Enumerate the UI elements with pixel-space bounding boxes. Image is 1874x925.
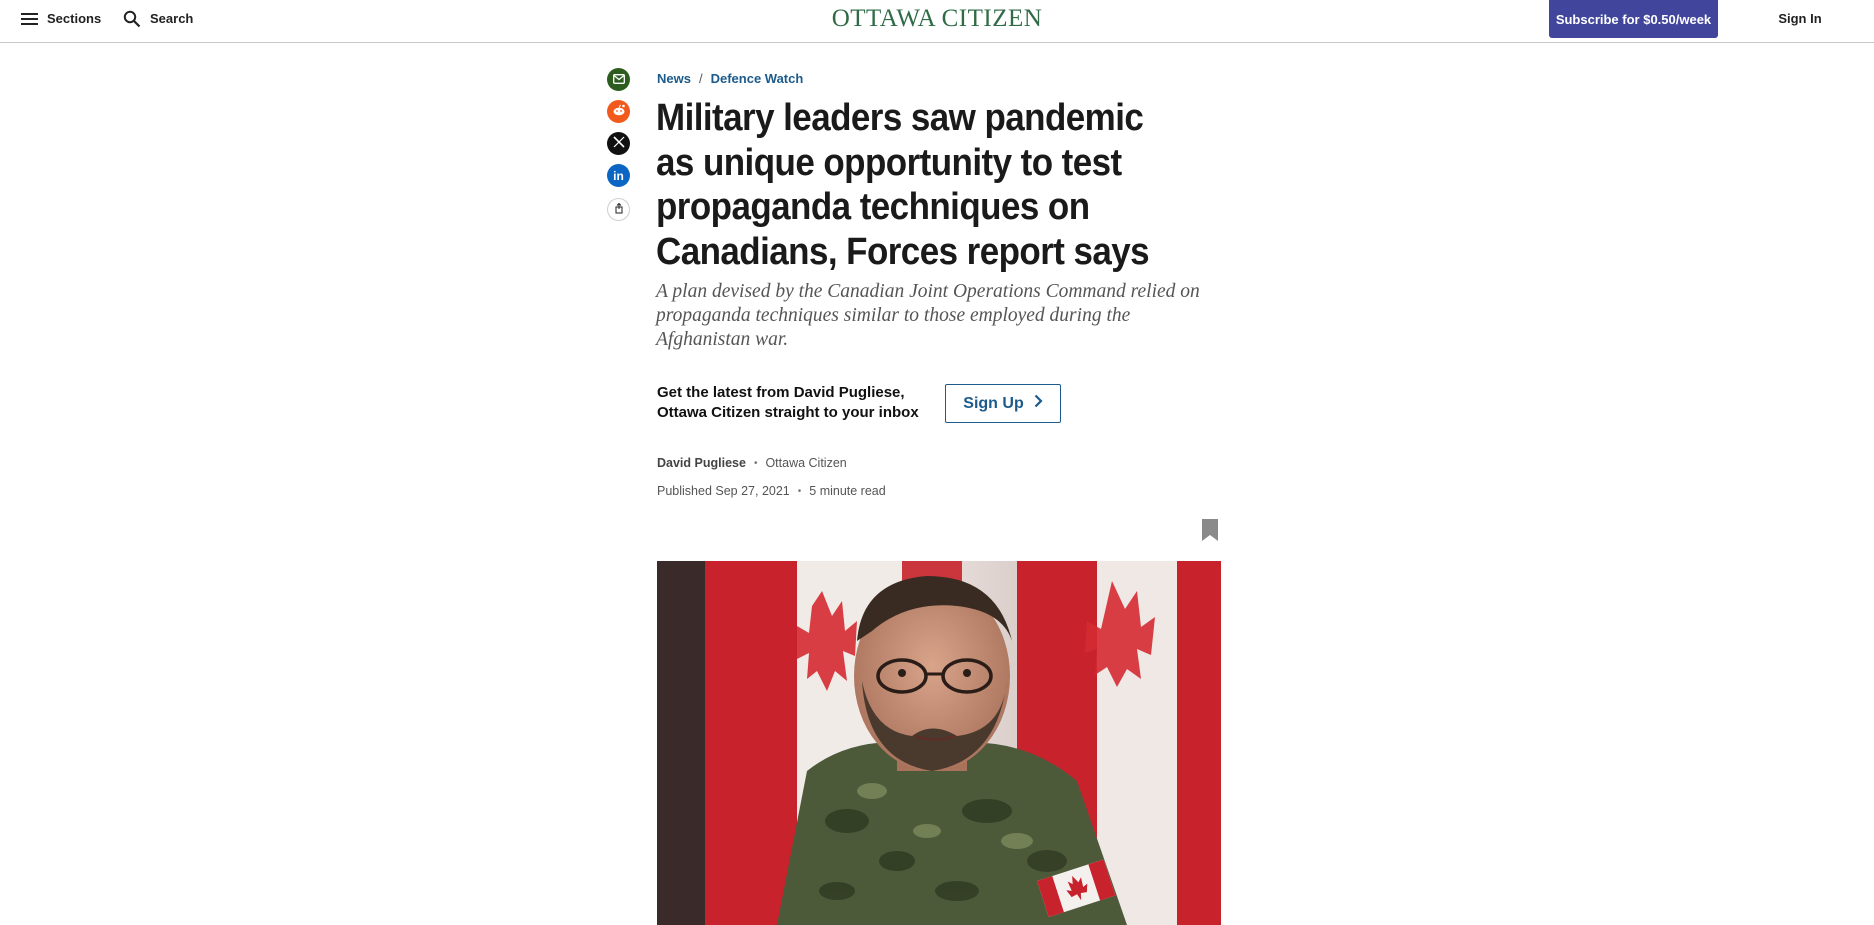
byline: David Pugliese • Ottawa Citizen bbox=[657, 456, 847, 470]
search-button[interactable]: Search bbox=[123, 0, 193, 37]
breadcrumb-defence-watch[interactable]: Defence Watch bbox=[711, 71, 804, 86]
read-time: 5 minute read bbox=[809, 484, 886, 498]
search-icon bbox=[123, 10, 141, 28]
publish-info: Published Sep 27, 2021 • 5 minute read bbox=[657, 484, 886, 498]
article-deck: A plan devised by the Canadian Joint Ope… bbox=[656, 281, 1200, 350]
linkedin-icon: in bbox=[613, 168, 624, 183]
breadcrumb-news[interactable]: News bbox=[657, 71, 691, 86]
reddit-icon bbox=[612, 103, 626, 121]
publish-date: Published Sep 27, 2021 bbox=[657, 484, 790, 498]
newsletter-promo-text: Get the latest from David Pugliese, Otta… bbox=[657, 384, 919, 421]
site-header: Sections Search OTTAWA CITIZEN Subscribe… bbox=[0, 0, 1874, 43]
author-name[interactable]: David Pugliese bbox=[657, 456, 746, 470]
x-icon bbox=[612, 135, 625, 153]
sections-button[interactable]: Sections bbox=[21, 0, 101, 37]
subscribe-button[interactable]: Subscribe for $0.50/week bbox=[1549, 0, 1718, 38]
share-more-button[interactable] bbox=[607, 198, 630, 221]
article-headline: Military leaders saw pandemic as unique … bbox=[656, 97, 1150, 273]
chevron-right-icon bbox=[1034, 394, 1043, 413]
site-logo[interactable]: OTTAWA CITIZEN bbox=[832, 5, 1043, 32]
share-linkedin-button[interactable]: in bbox=[607, 164, 630, 187]
share-email-button[interactable] bbox=[607, 68, 630, 91]
breadcrumb-separator: / bbox=[698, 71, 703, 86]
sections-label: Sections bbox=[47, 11, 102, 26]
share-reddit-button[interactable] bbox=[607, 100, 630, 123]
bookmark-button[interactable] bbox=[1201, 518, 1219, 542]
photo-illustration bbox=[657, 561, 1221, 925]
share-icon bbox=[614, 201, 624, 219]
signup-button[interactable]: Sign Up bbox=[945, 384, 1061, 423]
article-lead-photo[interactable] bbox=[657, 561, 1221, 925]
bookmark-icon bbox=[1201, 519, 1219, 546]
breadcrumb: News / Defence Watch bbox=[657, 71, 803, 86]
search-label: Search bbox=[150, 11, 194, 26]
share-x-button[interactable] bbox=[607, 132, 630, 155]
hamburger-icon bbox=[21, 12, 38, 26]
signup-label: Sign Up bbox=[963, 394, 1024, 412]
signin-button[interactable]: Sign In bbox=[1760, 0, 1840, 37]
publish-separator: • bbox=[797, 485, 802, 497]
outlet-name: Ottawa Citizen bbox=[765, 456, 847, 470]
email-icon bbox=[612, 71, 625, 89]
byline-separator: • bbox=[753, 457, 758, 469]
